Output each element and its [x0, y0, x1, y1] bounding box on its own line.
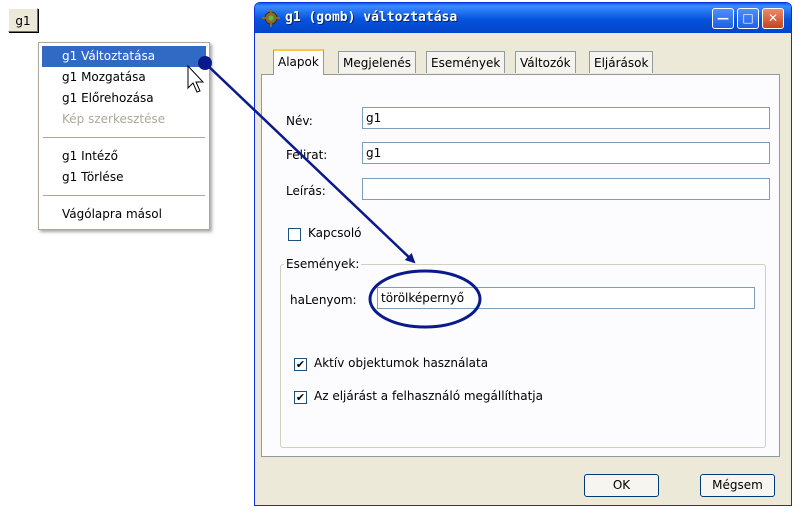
annotation-arrow [204, 62, 416, 264]
annotation-overlay [187, 56, 482, 329]
tab-alapok[interactable]: Alapok [273, 49, 324, 75]
mouse-cursor-icon [187, 64, 205, 93]
annotation-dot [198, 56, 212, 70]
annotation-ellipse [368, 269, 482, 329]
